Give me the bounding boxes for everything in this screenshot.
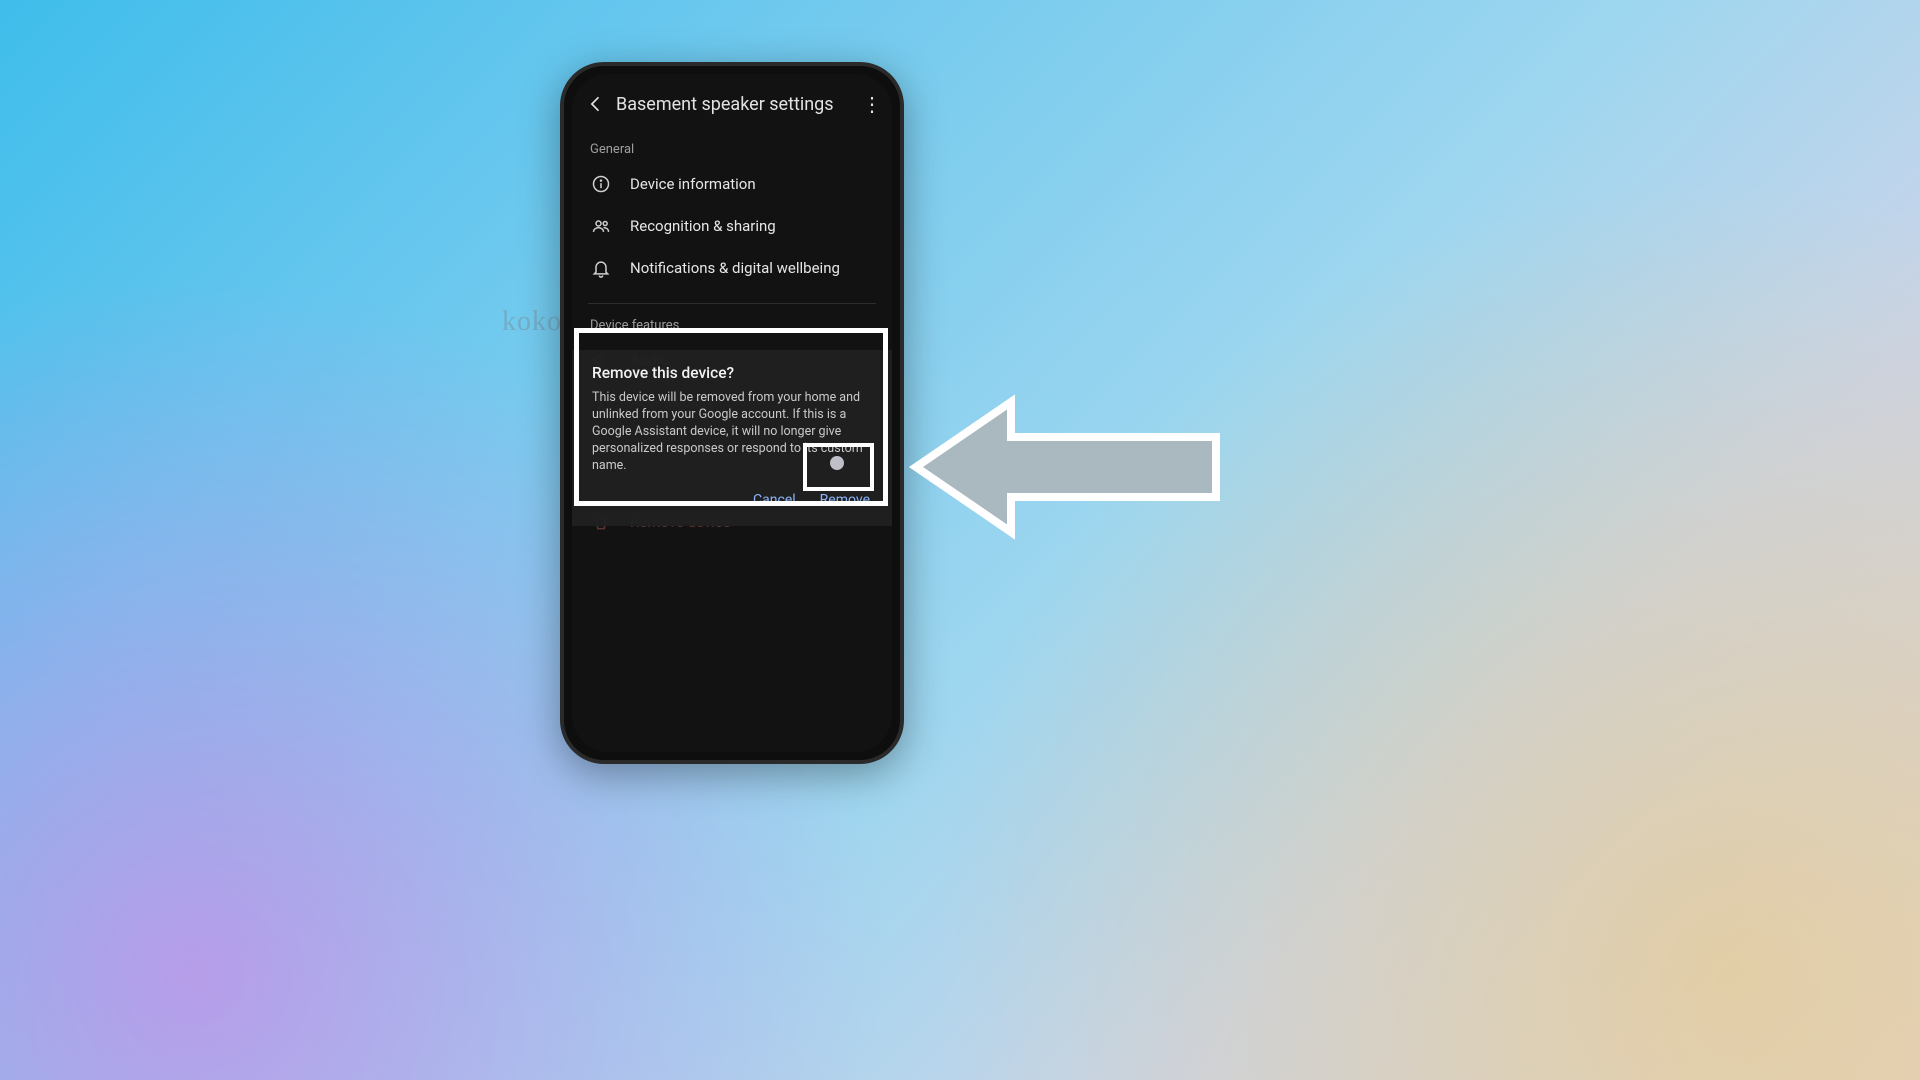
row-label: Recognition & sharing (630, 217, 776, 235)
phone-frame: Basement speaker settings ⋮ General Devi… (560, 62, 904, 764)
row-recognition-sharing[interactable]: Recognition & sharing (588, 205, 876, 247)
cancel-button[interactable]: Cancel (751, 488, 798, 512)
row-label: Device information (630, 175, 756, 193)
dialog-title: Remove this device? (592, 364, 872, 382)
annotation-arrow (906, 392, 1226, 542)
divider (588, 303, 876, 304)
section-label-features: Device features (590, 318, 876, 333)
dialog-body: This device will be removed from your ho… (592, 390, 872, 474)
phone-screen: Basement speaker settings ⋮ General Devi… (572, 74, 892, 752)
app-header: Basement speaker settings ⋮ (572, 80, 892, 128)
row-label: Notifications & digital wellbeing (630, 259, 840, 277)
desktop-background: kokopd.com Basement speaker settings ⋮ G… (0, 0, 1920, 1080)
section-label-general: General (590, 142, 876, 157)
bell-icon (588, 258, 614, 278)
page-title: Basement speaker settings (616, 94, 862, 115)
info-icon (588, 174, 614, 194)
back-button[interactable] (582, 90, 610, 118)
remove-button[interactable]: Remove (818, 488, 872, 512)
overflow-menu-button[interactable]: ⋮ (862, 92, 882, 116)
confirm-dialog: Remove this device? This device will be … (572, 350, 892, 526)
row-notifications-wellbeing[interactable]: Notifications & digital wellbeing (588, 247, 876, 289)
people-icon (588, 216, 614, 236)
row-device-information[interactable]: Device information (588, 163, 876, 205)
